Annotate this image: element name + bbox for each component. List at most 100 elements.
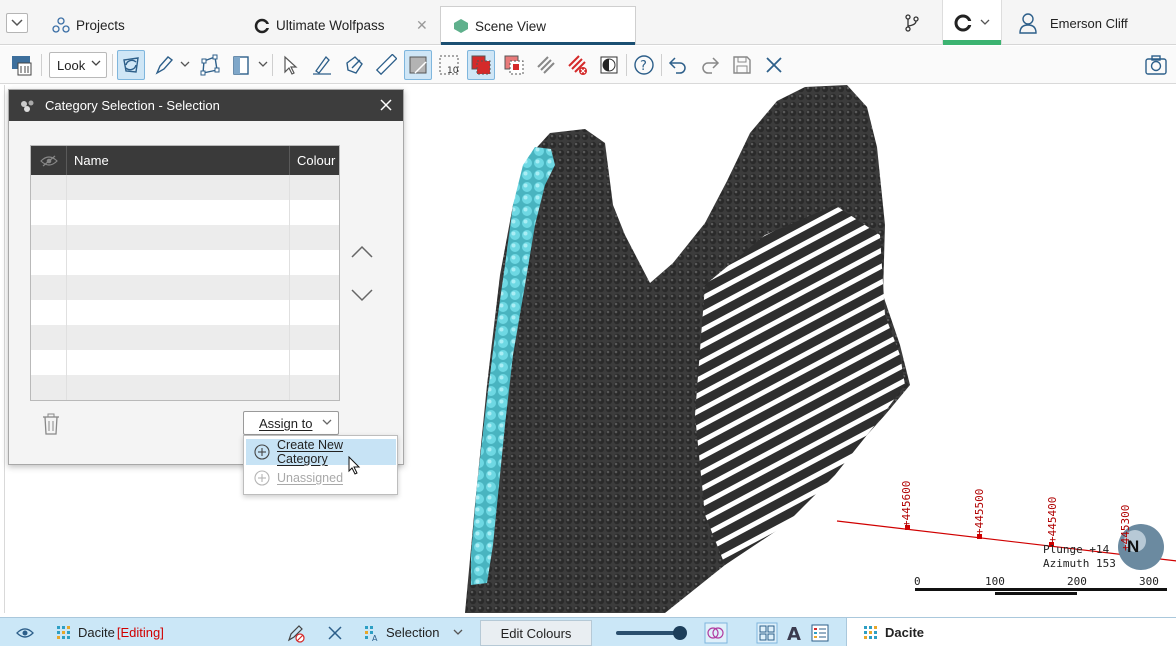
undo-button[interactable] — [664, 50, 692, 80]
close-tool-button[interactable] — [760, 50, 788, 80]
edit-polyline-button[interactable] — [340, 50, 368, 80]
select-outline-button[interactable] — [500, 50, 528, 80]
colour-cell[interactable] — [290, 275, 339, 300]
visibility-cell[interactable] — [31, 375, 67, 400]
assign-to-dropdown[interactable]: Assign to — [243, 411, 339, 435]
eye-icon — [16, 627, 34, 638]
colour-cell[interactable] — [290, 350, 339, 375]
delete-category-button[interactable] — [41, 413, 61, 438]
user-menu[interactable]: Emerson Cliff — [1018, 10, 1128, 36]
selection-column-dropdown[interactable]: A Selection — [364, 618, 463, 646]
name-cell[interactable] — [67, 350, 290, 375]
colour-column-header[interactable]: Colour — [290, 146, 339, 175]
visibility-cell[interactable] — [31, 175, 67, 200]
clear-scene-button[interactable] — [8, 50, 36, 80]
table-row[interactable] — [31, 200, 339, 225]
stop-editing-button[interactable] — [328, 618, 342, 646]
name-cell[interactable] — [67, 275, 290, 300]
edit-colours-button[interactable]: Edit Colours — [480, 620, 592, 646]
dialog-titlebar[interactable]: Category Selection - Selection — [9, 90, 403, 121]
branch-icon[interactable] — [904, 14, 920, 32]
colour-cell[interactable] — [290, 200, 339, 225]
visibility-cell[interactable] — [31, 300, 67, 325]
svg-text:10: 10 — [447, 66, 459, 76]
transparency-toggle[interactable] — [704, 618, 728, 646]
select-filled-button[interactable] — [467, 50, 495, 80]
visibility-cell[interactable] — [31, 225, 67, 250]
table-row[interactable] — [31, 350, 339, 375]
name-cell[interactable] — [67, 325, 290, 350]
visibility-cell[interactable] — [31, 325, 67, 350]
name-cell[interactable] — [67, 250, 290, 275]
colour-cell[interactable] — [290, 375, 339, 400]
table-row[interactable] — [31, 325, 339, 350]
table-row[interactable] — [31, 250, 339, 275]
connection-status-button[interactable] — [942, 0, 1002, 45]
text-labels-toggle[interactable]: A — [786, 618, 804, 646]
tab-ultimate-wolfpass[interactable]: Ultimate Wolfpass ✕ — [250, 6, 436, 45]
name-cell[interactable] — [67, 375, 290, 400]
legend-toggle[interactable] — [810, 618, 830, 646]
select-tool-button[interactable] — [276, 50, 304, 80]
table-row[interactable] — [31, 375, 339, 400]
clear-selection-button[interactable] — [564, 50, 592, 80]
opacity-slider-handle[interactable] — [673, 626, 687, 640]
section-box-button[interactable] — [404, 50, 432, 80]
rotate-tool-button[interactable] — [117, 50, 145, 80]
visibility-toggle[interactable] — [16, 618, 34, 646]
shown-object-item[interactable]: Dacite — [863, 618, 924, 646]
invert-selection-button[interactable] — [595, 50, 623, 80]
look-dropdown[interactable]: Look — [49, 52, 107, 78]
colour-cell[interactable] — [290, 175, 339, 200]
visibility-cell[interactable] — [31, 350, 67, 375]
visibility-cell[interactable] — [31, 275, 67, 300]
shown-objects-panel[interactable]: Dacite — [846, 618, 1176, 646]
select-stripes-button[interactable] — [532, 50, 560, 80]
colour-cell[interactable] — [290, 225, 339, 250]
name-cell[interactable] — [67, 175, 290, 200]
chevron-down-icon — [11, 19, 23, 27]
name-cell[interactable] — [67, 225, 290, 250]
polyline-tool-button[interactable] — [196, 50, 224, 80]
visibility-cell[interactable] — [31, 250, 67, 275]
select-10-button[interactable]: 10 — [436, 50, 464, 80]
table-row[interactable] — [31, 275, 339, 300]
active-layer[interactable]: Dacite [Editing] — [56, 618, 164, 646]
category-table[interactable]: Name Colour — [30, 145, 340, 401]
redo-button[interactable] — [696, 50, 724, 80]
colour-cell[interactable] — [290, 300, 339, 325]
help-button[interactable]: ? — [630, 50, 658, 80]
table-row[interactable] — [31, 175, 339, 200]
opacity-slider[interactable] — [616, 626, 687, 640]
screenshot-button[interactable] — [1142, 50, 1170, 80]
menu-item-unassigned[interactable]: Unassigned — [246, 465, 396, 491]
grid-display-toggle[interactable] — [756, 618, 778, 646]
name-cell[interactable] — [67, 200, 290, 225]
move-down-button[interactable] — [349, 284, 375, 306]
app-menu-button[interactable] — [6, 13, 28, 33]
colour-cell[interactable] — [290, 250, 339, 275]
name-cell[interactable] — [67, 300, 290, 325]
draw-tool-dropdown[interactable] — [178, 50, 192, 80]
slice-tool-button[interactable] — [228, 50, 256, 80]
tab-projects[interactable]: Projects — [48, 6, 198, 45]
ruler-button[interactable] — [372, 50, 400, 80]
slice-tool-dropdown[interactable] — [256, 50, 270, 80]
table-row[interactable] — [31, 300, 339, 325]
name-column-header[interactable]: Name — [67, 146, 290, 175]
move-up-button[interactable] — [349, 241, 375, 263]
edit-properties-button[interactable] — [286, 618, 306, 646]
tab-scene-view[interactable]: Scene View — [440, 6, 636, 45]
edit-polyline-icon — [346, 56, 363, 74]
tab-close-icon[interactable]: ✕ — [416, 17, 428, 34]
visibility-cell[interactable] — [31, 200, 67, 225]
save-button[interactable] — [728, 50, 756, 80]
scale-label: 0 — [914, 575, 921, 588]
visibility-column-header[interactable] — [31, 146, 67, 175]
dialog-close-button[interactable] — [377, 96, 395, 114]
menu-item-create-new-category[interactable]: Create New Category — [246, 438, 396, 466]
draw-tool-button[interactable] — [150, 50, 178, 80]
draw-line-button[interactable] — [308, 50, 336, 80]
colour-cell[interactable] — [290, 325, 339, 350]
table-row[interactable] — [31, 225, 339, 250]
